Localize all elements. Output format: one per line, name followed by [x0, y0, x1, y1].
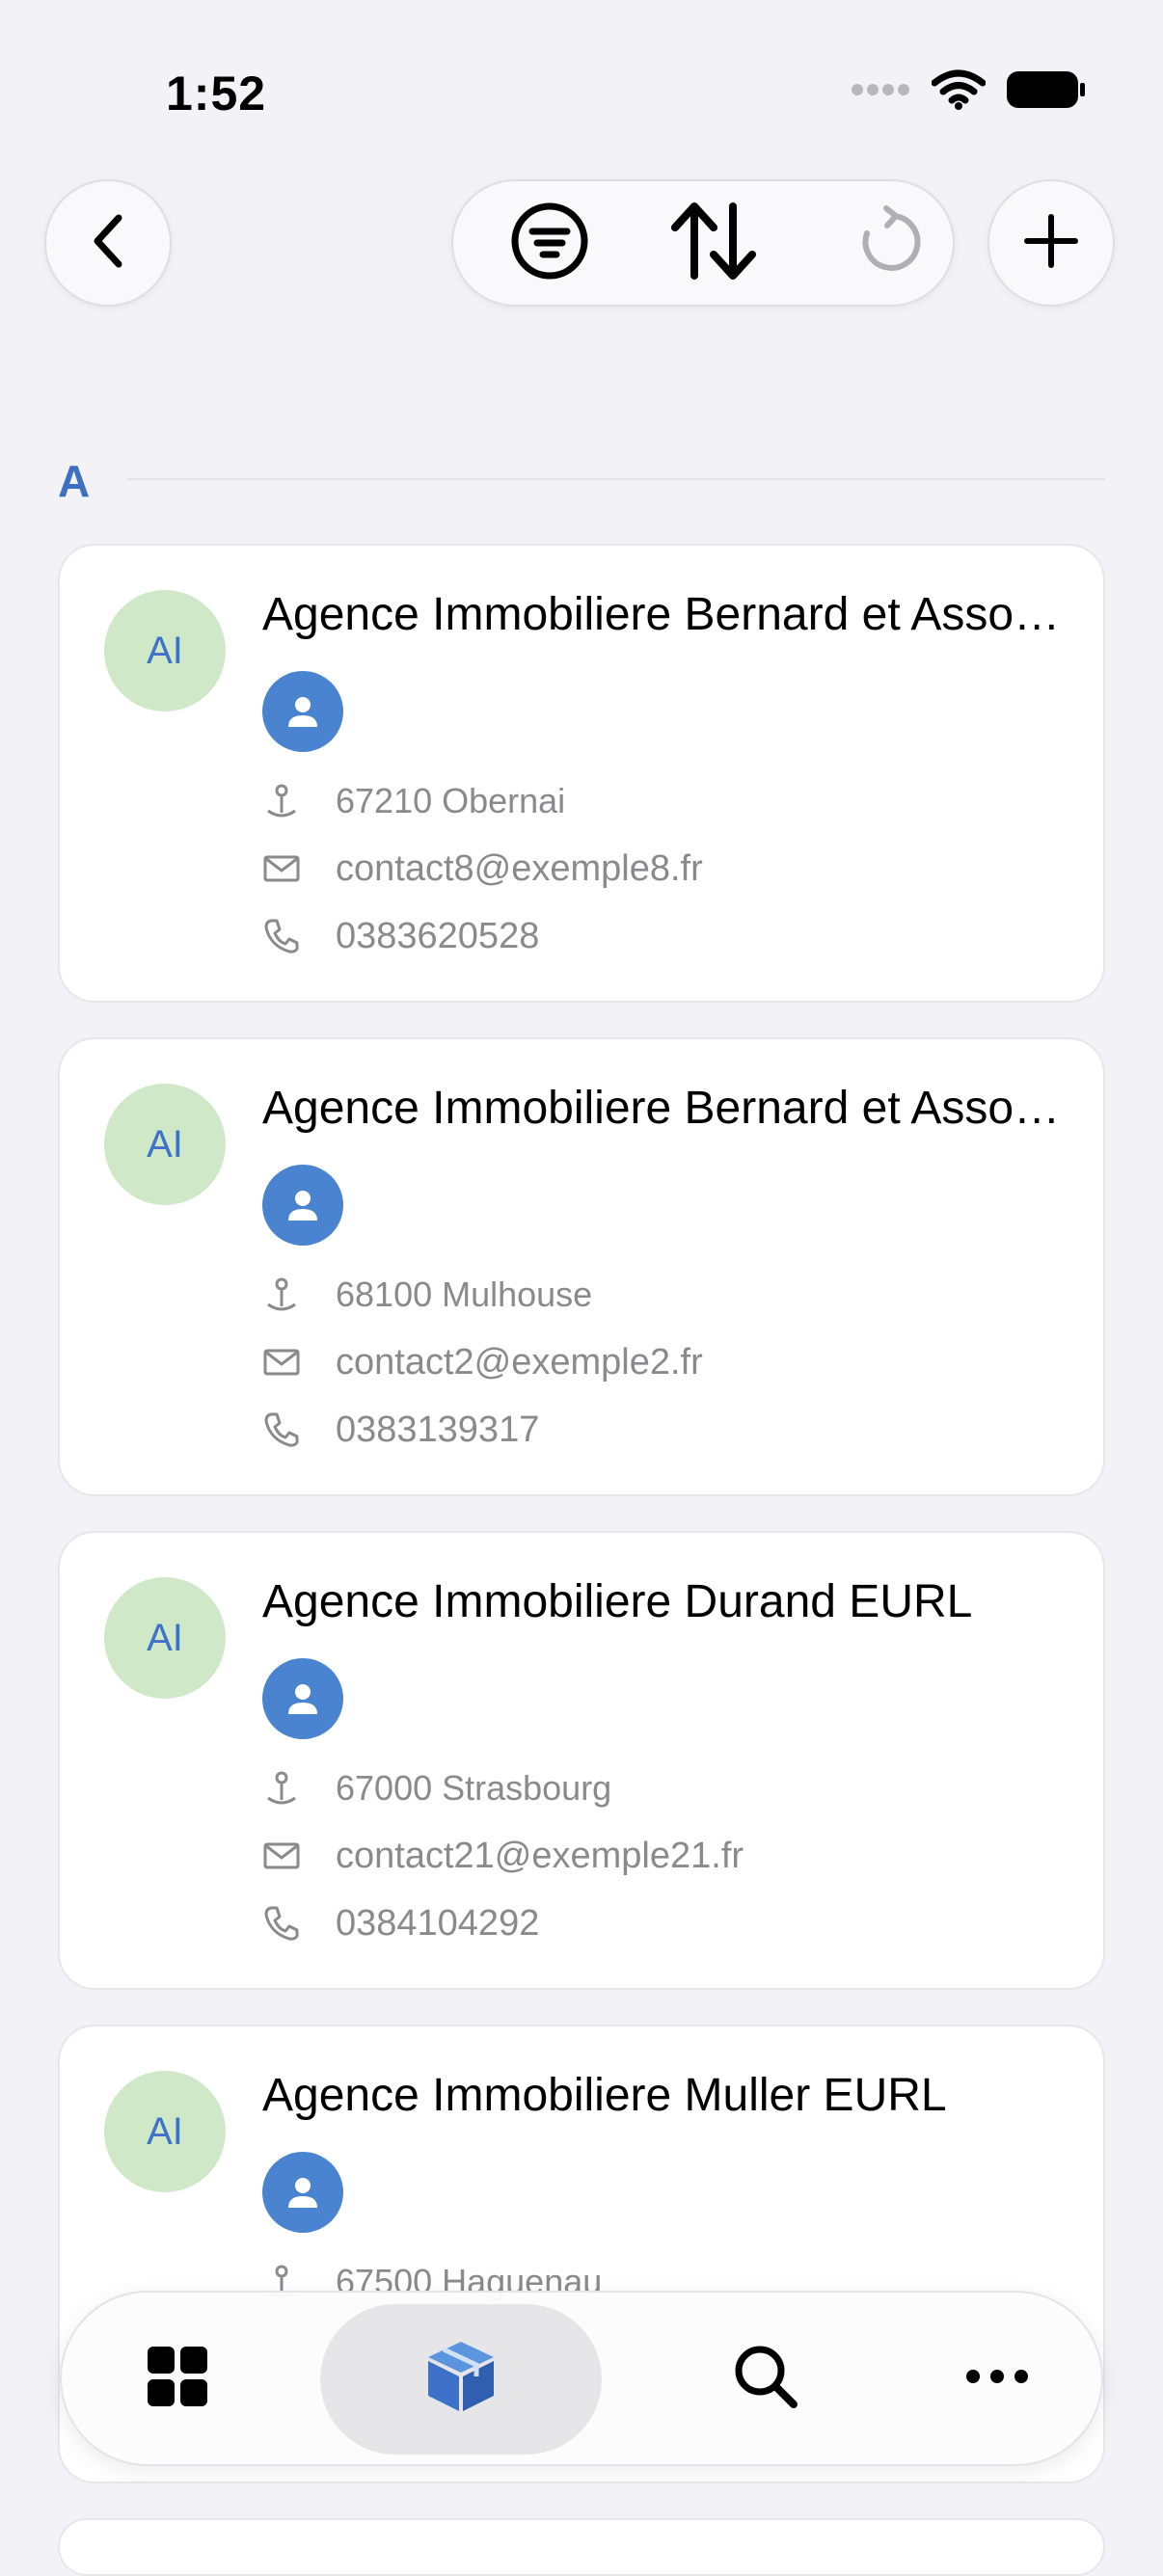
phone-icon	[262, 917, 301, 955]
contact-card[interactable]: AI Agence Immobiliere Bernard et Associé…	[58, 1037, 1105, 1496]
filter-button[interactable]	[492, 181, 608, 305]
phone-icon	[262, 1904, 301, 1943]
contact-name: Agence Immobiliere Bernard et Associés	[262, 589, 1063, 640]
section-divider	[127, 478, 1105, 480]
phone-row[interactable]: 0383620528	[262, 912, 539, 960]
filter-icon	[509, 201, 590, 286]
avatar: AI	[104, 590, 226, 711]
status-icons	[851, 69, 1086, 115]
tab-bar	[60, 2291, 1103, 2466]
avatar: AI	[104, 1084, 226, 1205]
contact-email[interactable]: contact21@exemple21.fr	[336, 1836, 744, 1877]
grid-icon	[146, 2345, 209, 2413]
cellular-dots-icon	[851, 83, 910, 101]
envelope-icon	[262, 849, 301, 888]
more-icon	[965, 2369, 1029, 2389]
person-icon	[262, 2152, 343, 2233]
person-icon	[262, 1165, 343, 1246]
box-icon	[424, 2338, 498, 2420]
location-pin-icon	[262, 782, 301, 820]
back-button[interactable]	[44, 179, 172, 307]
plus-icon	[1023, 213, 1079, 274]
contact-email[interactable]: contact2@exemple2.fr	[336, 1342, 703, 1383]
contact-email[interactable]: contact8@exemple8.fr	[336, 848, 703, 890]
refresh-button[interactable]	[831, 181, 947, 305]
wifi-icon	[931, 69, 987, 115]
avatar: AI	[104, 2071, 226, 2192]
contact-city: 67000 Strasbourg	[336, 1768, 612, 1808]
city-row: 67000 Strasbourg	[262, 1764, 611, 1812]
contact-name: Agence Immobiliere Bernard et Associés	[262, 1083, 1063, 1134]
avatar: AI	[104, 1577, 226, 1699]
location-pin-icon	[262, 1769, 301, 1808]
person-icon	[262, 671, 343, 752]
contact-name: Agence Immobiliere Durand EURL	[262, 1576, 973, 1627]
tab-dashboard[interactable]	[81, 2293, 274, 2464]
city-row: 68100 Mulhouse	[262, 1271, 592, 1319]
toolbar-actions	[451, 179, 955, 307]
sort-arrows-icon	[667, 201, 760, 286]
sort-button[interactable]	[656, 181, 771, 305]
contact-card[interactable]: AI Agence Immobiliere Durand EURL 67000 …	[58, 1531, 1105, 1990]
section-letter: A	[58, 456, 91, 506]
tab-products[interactable]	[320, 2293, 602, 2464]
contact-name: Agence Immobiliere Muller EURL	[262, 2070, 947, 2121]
tab-search[interactable]	[660, 2293, 872, 2464]
add-button[interactable]	[987, 179, 1115, 307]
email-row[interactable]: contact2@exemple2.fr	[262, 1338, 703, 1386]
contact-city: 67210 Obernai	[336, 781, 566, 820]
phone-row[interactable]: 0384104292	[262, 1899, 539, 1947]
contact-card[interactable]: AI Agence Immobiliere Bernard et Associé…	[58, 544, 1105, 1003]
battery-icon	[1007, 69, 1086, 115]
contact-city: 68100 Mulhouse	[336, 1275, 593, 1314]
tab-more[interactable]	[901, 2293, 1094, 2464]
email-row[interactable]: contact21@exemple21.fr	[262, 1832, 744, 1880]
envelope-icon	[262, 1837, 301, 1875]
status-time: 1:52	[166, 67, 267, 121]
person-icon	[262, 1658, 343, 1739]
chevron-left-icon	[86, 212, 130, 275]
city-row: 67210 Obernai	[262, 777, 565, 825]
envelope-icon	[262, 1343, 301, 1382]
contact-phone[interactable]: 0383139317	[336, 1409, 539, 1451]
contact-phone[interactable]: 0383620528	[336, 916, 539, 957]
location-pin-icon	[262, 1275, 301, 1314]
phone-icon	[262, 1410, 301, 1449]
email-row[interactable]: contact8@exemple8.fr	[262, 845, 703, 893]
phone-row[interactable]: 0383139317	[262, 1406, 539, 1454]
contact-phone[interactable]: 0384104292	[336, 1903, 539, 1945]
contact-card[interactable]	[58, 2518, 1105, 2576]
refresh-icon	[855, 204, 923, 282]
search-icon	[732, 2343, 799, 2415]
